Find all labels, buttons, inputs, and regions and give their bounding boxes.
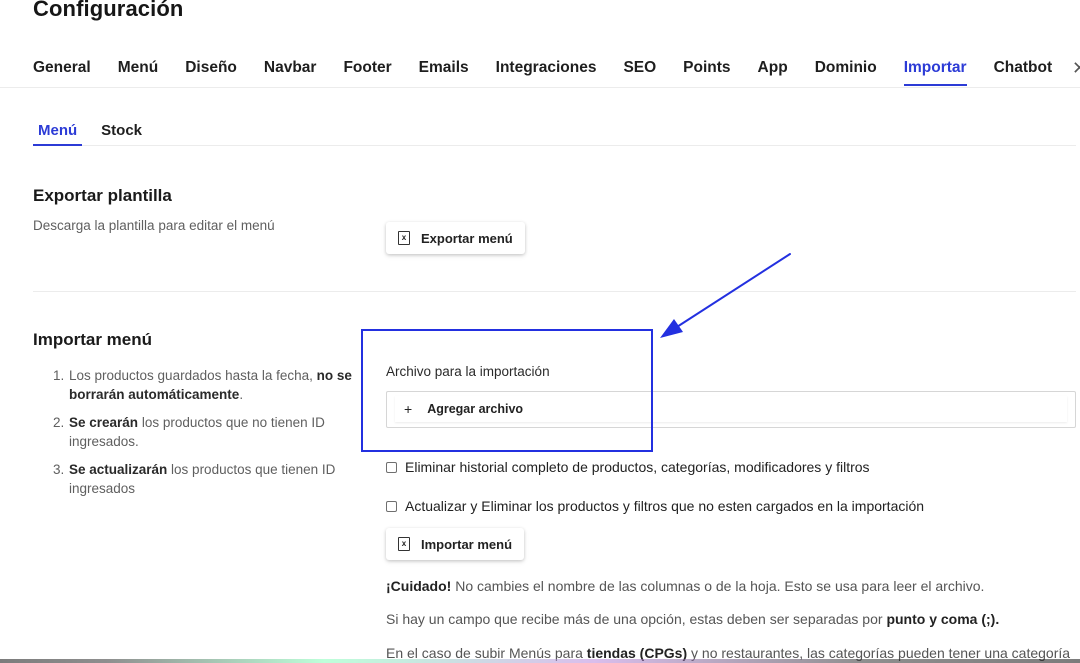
step-text-bold: Se actualizarán	[69, 462, 168, 477]
separator-note-text: Si hay un campo que recibe más de una op…	[386, 611, 887, 627]
tab-dise-o[interactable]: Diseño	[185, 47, 237, 86]
main-tab-bar: General Menú Diseño Navbar Footer Emails Integ…	[0, 47, 1080, 88]
tab-scroll-fade	[0, 47, 33, 87]
import-steps-list: 1. Los productos guardados hasta la fecha…	[50, 366, 370, 507]
subtab-stock[interactable]: Stock	[96, 115, 147, 145]
import-menu-button[interactable]: x Importar menú	[386, 528, 525, 560]
tab-seo[interactable]: SEO	[623, 47, 656, 86]
import-step: 2. Se crearán los productos que no tienen…	[50, 413, 370, 451]
subtab-men-[interactable]: Menú	[33, 115, 83, 146]
step-text-pre: Los productos guardados hasta la fecha,	[69, 368, 317, 383]
page-title: Configuración	[33, 0, 184, 21]
update-delete-checkbox-row[interactable]: Actualizar y Eliminar los productos y fi…	[386, 498, 924, 514]
warning-note-text: No cambies el nombre de las columnas o d…	[451, 578, 985, 594]
close-icon[interactable]: ✕	[1072, 58, 1080, 79]
section-divider	[33, 291, 1076, 292]
import-section-title: Importar menú	[33, 330, 153, 349]
tab-points[interactable]: Points	[683, 47, 730, 86]
excel-file-icon: x	[398, 537, 410, 551]
step-text-post: .	[239, 387, 244, 402]
import-step: 3. Se actualizarán los productos que tien…	[50, 460, 370, 498]
tab-dominio[interactable]: Dominio	[815, 47, 877, 86]
import-step: 1. Los productos guardados hasta la fecha…	[50, 366, 370, 404]
tab-footer[interactable]: Footer	[343, 47, 391, 86]
separator-note-bold: punto y coma (;).	[886, 611, 1000, 627]
tab-app[interactable]: App	[758, 47, 788, 86]
step-text-bold: Se crearán	[69, 415, 139, 430]
delete-history-checkbox[interactable]	[386, 461, 397, 473]
warning-note: ¡Cuidado! No cambies el nombre de las co…	[386, 578, 984, 594]
annotation-highlight-box	[361, 329, 653, 452]
delete-history-checkbox-row[interactable]: Eliminar historial completo de productos…	[386, 459, 870, 475]
tab-general[interactable]: General	[33, 47, 91, 86]
tab-emails[interactable]: Emails	[419, 47, 469, 86]
sub-tab-bar: Menú Stock	[33, 115, 1076, 146]
step-number: 1.	[53, 368, 65, 383]
delete-history-checkbox-label: Eliminar historial completo de productos…	[405, 459, 870, 475]
window-bottom-edge	[0, 659, 1080, 663]
excel-file-icon: x	[398, 231, 410, 245]
tab-importar[interactable]: Importar	[903, 47, 967, 86]
export-menu-button[interactable]: x Exportar menú	[386, 222, 525, 254]
step-number: 3.	[53, 462, 65, 477]
export-section-description: Descarga la plantilla para editar el men…	[33, 218, 275, 233]
update-delete-checkbox[interactable]	[386, 500, 397, 512]
tab-chatbot[interactable]: Chatbot	[994, 47, 1053, 86]
annotation-arrow-icon	[660, 253, 791, 338]
tab-men-[interactable]: Menú	[118, 47, 158, 86]
update-delete-checkbox-label: Actualizar y Eliminar los productos y fi…	[405, 498, 925, 514]
separator-note: Si hay un campo que recibe más de una op…	[386, 611, 999, 627]
warning-note-bold: ¡Cuidado!	[386, 578, 452, 594]
export-menu-button-label: Exportar menú	[421, 230, 513, 246]
import-menu-button-label: Importar menú	[421, 536, 513, 552]
main-tab-strip: General Menú Diseño Navbar Footer Emails Integ…	[33, 47, 1079, 86]
step-number: 2.	[53, 415, 65, 430]
export-section-title: Exportar plantilla	[33, 186, 172, 205]
tab-navbar[interactable]: Navbar	[264, 47, 317, 86]
tab-integraciones[interactable]: Integraciones	[496, 47, 597, 86]
